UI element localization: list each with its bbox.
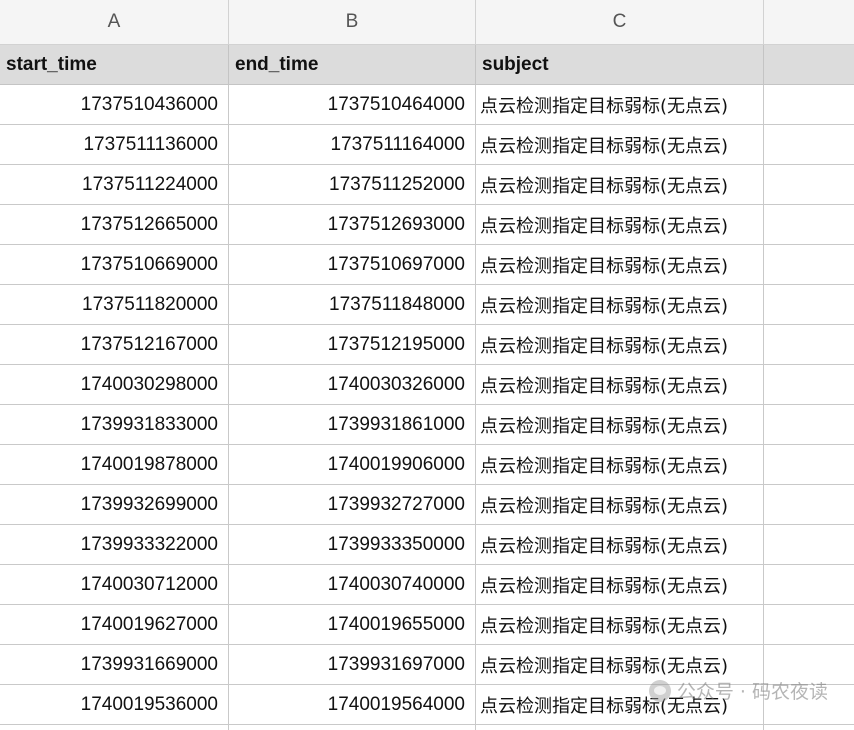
cell-end-time[interactable]: 1737511252000 bbox=[229, 165, 476, 205]
cell-start-time[interactable]: 1737512167000 bbox=[0, 325, 229, 365]
table-row: 1737510436000 1737510464000 点云检测指定目标弱标(无点云… bbox=[0, 85, 854, 125]
table-row: 1740030298000 1740030326000 点云检测指定目标弱标(无点云… bbox=[0, 365, 854, 405]
cell-empty[interactable] bbox=[764, 685, 854, 725]
cell-subject[interactable]: 点云检测指定目标弱标(无点云) bbox=[476, 245, 764, 285]
cell-subject[interactable]: 点云检测指定目标弱标(无点云) bbox=[476, 325, 764, 365]
cell-empty[interactable] bbox=[764, 485, 854, 525]
column-header-row: A B C bbox=[0, 0, 854, 45]
field-empty[interactable] bbox=[764, 45, 854, 85]
cell-empty[interactable] bbox=[764, 405, 854, 445]
cell-subject[interactable]: 点云检测指定目标弱标(无点云) bbox=[476, 165, 764, 205]
cell-subject[interactable]: 点云检测指定目标弱标(无点云) bbox=[476, 645, 764, 685]
cell-empty[interactable] bbox=[764, 245, 854, 285]
cell-start-time[interactable] bbox=[0, 725, 229, 730]
field-subject[interactable]: subject bbox=[476, 45, 764, 85]
cell-start-time[interactable]: 1740030298000 bbox=[0, 365, 229, 405]
column-header-c[interactable]: C bbox=[476, 0, 764, 45]
field-header-row: start_time end_time subject bbox=[0, 45, 854, 85]
field-end-time[interactable]: end_time bbox=[229, 45, 476, 85]
cell-empty[interactable] bbox=[764, 645, 854, 685]
column-header-b[interactable]: B bbox=[229, 0, 476, 45]
table-row: 1737510669000 1737510697000 点云检测指定目标弱标(无点云… bbox=[0, 245, 854, 285]
cell-start-time[interactable]: 1739931833000 bbox=[0, 405, 229, 445]
cell-subject[interactable]: 点云检测指定目标弱标(无点云) bbox=[476, 605, 764, 645]
cell-start-time[interactable]: 1737511136000 bbox=[0, 125, 229, 165]
cell-subject[interactable]: 点云检测指定目标弱标(无点云) bbox=[476, 685, 764, 725]
cell-end-time[interactable]: 1740019564000 bbox=[229, 685, 476, 725]
table-row: 1740019627000 1740019655000 点云检测指定目标弱标(无点云… bbox=[0, 605, 854, 645]
cell-end-time[interactable]: 1737510464000 bbox=[229, 85, 476, 125]
cell-start-time[interactable]: 1737511224000 bbox=[0, 165, 229, 205]
cell-empty[interactable] bbox=[764, 725, 854, 730]
table-row: 1737512665000 1737512693000 点云检测指定目标弱标(无点云… bbox=[0, 205, 854, 245]
cell-start-time[interactable]: 1740019536000 bbox=[0, 685, 229, 725]
table-row: 1737511224000 1737511252000 点云检测指定目标弱标(无点云… bbox=[0, 165, 854, 205]
table-row: 1737512167000 1737512195000 点云检测指定目标弱标(无点云… bbox=[0, 325, 854, 365]
cell-subject[interactable]: 点云检测指定目标弱标(无点云) bbox=[476, 125, 764, 165]
cell-end-time[interactable]: 1737511164000 bbox=[229, 125, 476, 165]
cell-end-time[interactable]: 1740030326000 bbox=[229, 365, 476, 405]
cell-subject[interactable] bbox=[476, 725, 764, 730]
cell-empty[interactable] bbox=[764, 165, 854, 205]
table-row: 1737511820000 1737511848000 点云检测指定目标弱标(无点云… bbox=[0, 285, 854, 325]
cell-end-time[interactable]: 1740019655000 bbox=[229, 605, 476, 645]
table-row: 1739931669000 1739931697000 点云检测指定目标弱标(无点云… bbox=[0, 645, 854, 685]
cell-subject[interactable]: 点云检测指定目标弱标(无点云) bbox=[476, 85, 764, 125]
table-row: 1739933322000 1739933350000 点云检测指定目标弱标(无点云… bbox=[0, 525, 854, 565]
cell-start-time[interactable]: 1737510669000 bbox=[0, 245, 229, 285]
cell-empty[interactable] bbox=[764, 525, 854, 565]
cell-start-time[interactable]: 1739931669000 bbox=[0, 645, 229, 685]
cell-start-time[interactable]: 1740030712000 bbox=[0, 565, 229, 605]
cell-empty[interactable] bbox=[764, 605, 854, 645]
table-row: 1740030712000 1740030740000 点云检测指定目标弱标(无点云… bbox=[0, 565, 854, 605]
cell-empty[interactable] bbox=[764, 205, 854, 245]
cell-start-time[interactable]: 1737511820000 bbox=[0, 285, 229, 325]
cell-subject[interactable]: 点云检测指定目标弱标(无点云) bbox=[476, 205, 764, 245]
cell-end-time[interactable]: 1740030740000 bbox=[229, 565, 476, 605]
cell-start-time[interactable]: 1739933322000 bbox=[0, 525, 229, 565]
cell-end-time[interactable] bbox=[229, 725, 476, 730]
cell-end-time[interactable]: 1740019906000 bbox=[229, 445, 476, 485]
column-header-empty[interactable] bbox=[764, 0, 854, 45]
cell-end-time[interactable]: 1739933350000 bbox=[229, 525, 476, 565]
cell-start-time[interactable]: 1740019627000 bbox=[0, 605, 229, 645]
cell-end-time[interactable]: 1739932727000 bbox=[229, 485, 476, 525]
cell-subject[interactable]: 点云检测指定目标弱标(无点云) bbox=[476, 445, 764, 485]
cell-end-time[interactable]: 1737512693000 bbox=[229, 205, 476, 245]
table-row: 1740019878000 1740019906000 点云检测指定目标弱标(无点云… bbox=[0, 445, 854, 485]
cell-empty[interactable] bbox=[764, 285, 854, 325]
cell-end-time[interactable]: 1737511848000 bbox=[229, 285, 476, 325]
cell-empty[interactable] bbox=[764, 565, 854, 605]
table-row: 1740019536000 1740019564000 点云检测指定目标弱标(无点云… bbox=[0, 685, 854, 725]
cell-start-time[interactable]: 1740019878000 bbox=[0, 445, 229, 485]
cell-end-time[interactable]: 1739931697000 bbox=[229, 645, 476, 685]
cell-start-time[interactable]: 1739932699000 bbox=[0, 485, 229, 525]
table-row: 1737511136000 1737511164000 点云检测指定目标弱标(无点云… bbox=[0, 125, 854, 165]
cell-subject[interactable]: 点云检测指定目标弱标(无点云) bbox=[476, 485, 764, 525]
cell-empty[interactable] bbox=[764, 445, 854, 485]
cell-empty[interactable] bbox=[764, 125, 854, 165]
cell-subject[interactable]: 点云检测指定目标弱标(无点云) bbox=[476, 565, 764, 605]
column-header-a[interactable]: A bbox=[0, 0, 229, 45]
spreadsheet: A B C start_time end_time subject 173751… bbox=[0, 0, 854, 730]
cell-subject[interactable]: 点云检测指定目标弱标(无点云) bbox=[476, 285, 764, 325]
cell-start-time[interactable]: 1737512665000 bbox=[0, 205, 229, 245]
table-row: 1739931833000 1739931861000 点云检测指定目标弱标(无点云… bbox=[0, 405, 854, 445]
table-row: 1739932699000 1739932727000 点云检测指定目标弱标(无点云… bbox=[0, 485, 854, 525]
cell-empty[interactable] bbox=[764, 325, 854, 365]
cell-start-time[interactable]: 1737510436000 bbox=[0, 85, 229, 125]
cell-subject[interactable]: 点云检测指定目标弱标(无点云) bbox=[476, 365, 764, 405]
cell-empty[interactable] bbox=[764, 85, 854, 125]
cell-end-time[interactable]: 1737512195000 bbox=[229, 325, 476, 365]
field-start-time[interactable]: start_time bbox=[0, 45, 229, 85]
table-row bbox=[0, 725, 854, 730]
cell-empty[interactable] bbox=[764, 365, 854, 405]
cell-end-time[interactable]: 1739931861000 bbox=[229, 405, 476, 445]
cell-subject[interactable]: 点云检测指定目标弱标(无点云) bbox=[476, 405, 764, 445]
cell-end-time[interactable]: 1737510697000 bbox=[229, 245, 476, 285]
cell-subject[interactable]: 点云检测指定目标弱标(无点云) bbox=[476, 525, 764, 565]
